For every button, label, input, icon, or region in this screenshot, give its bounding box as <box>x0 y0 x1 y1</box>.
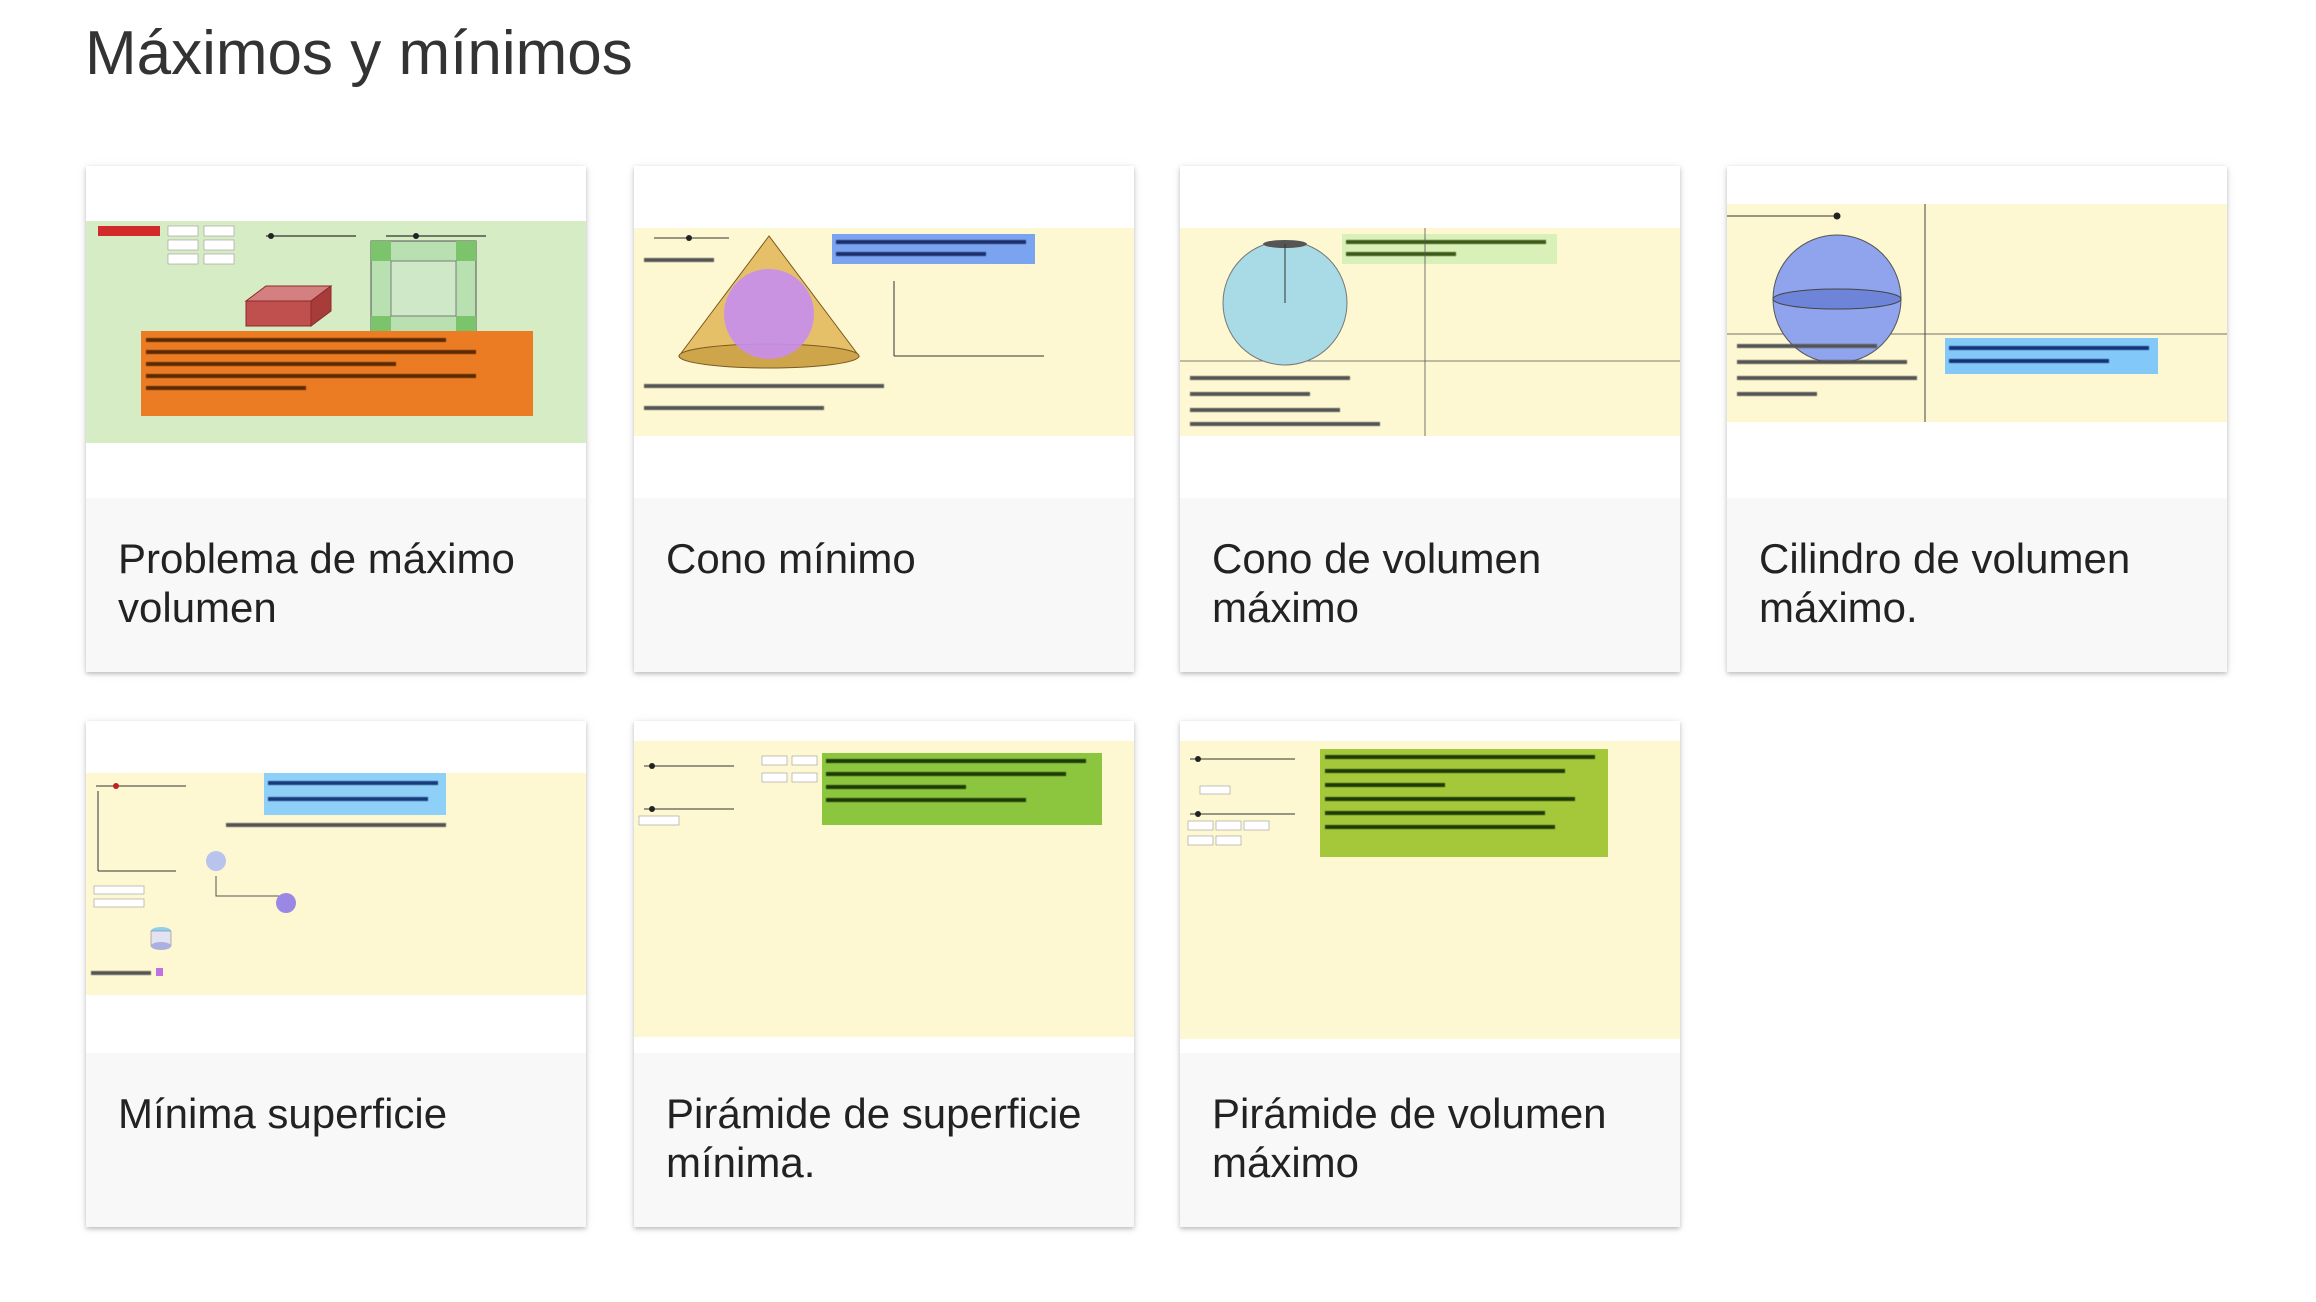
card-thumbnail <box>86 166 586 498</box>
card-thumbnail <box>634 166 1134 498</box>
applet-preview-box-problem <box>86 221 586 443</box>
card-cono-minimo[interactable]: Cono mínimo <box>634 166 1134 672</box>
applet-preview-sphere-cylinder <box>1727 204 2227 422</box>
applet-preview-sphere-cone <box>1180 228 1680 436</box>
applet-preview-pyramid-surface <box>634 741 1134 1037</box>
card-title[interactable]: Problema de máximo volumen <box>118 534 558 632</box>
card-footer: Mínima superficie <box>86 1053 586 1227</box>
applet-preview-cylinder-surface <box>86 773 586 995</box>
card-thumbnail <box>1727 166 2227 498</box>
card-footer: Problema de máximo volumen <box>86 498 586 672</box>
card-thumbnail <box>86 721 586 1053</box>
card-thumbnail <box>1180 721 1680 1053</box>
card-title[interactable]: Cilindro de volumen máximo. <box>1759 534 2199 632</box>
card-title[interactable]: Pirámide de volumen máximo <box>1212 1089 1652 1187</box>
card-minima-superficie[interactable]: Mínima superficie <box>86 721 586 1227</box>
card-piramide-superficie-minima[interactable]: Pirámide de superficie mínima. <box>634 721 1134 1227</box>
applet-preview-pyramid-volume <box>1180 741 1680 1039</box>
card-footer: Cono de volumen máximo <box>1180 498 1680 672</box>
card-title[interactable]: Pirámide de superficie mínima. <box>666 1089 1106 1187</box>
card-footer: Cilindro de volumen máximo. <box>1727 498 2227 672</box>
card-thumbnail <box>1180 166 1680 498</box>
card-problema-maximo-volumen[interactable]: Problema de máximo volumen <box>86 166 586 672</box>
card-title[interactable]: Cono de volumen máximo <box>1212 534 1652 632</box>
card-cilindro-volumen-maximo[interactable]: Cilindro de volumen máximo. <box>1727 166 2227 672</box>
card-cono-volumen-maximo[interactable]: Cono de volumen máximo <box>1180 166 1680 672</box>
applet-preview-cone <box>634 228 1134 436</box>
card-thumbnail <box>634 721 1134 1053</box>
page-title: Máximos y mínimos <box>85 19 633 88</box>
card-footer: Pirámide de superficie mínima. <box>634 1053 1134 1227</box>
page: Máximos y mínimos Problema de máximo vol… <box>0 0 2316 1302</box>
card-title[interactable]: Cono mínimo <box>666 534 1106 583</box>
card-footer: Cono mínimo <box>634 498 1134 672</box>
card-footer: Pirámide de volumen máximo <box>1180 1053 1680 1227</box>
card-title[interactable]: Mínima superficie <box>118 1089 558 1138</box>
card-piramide-volumen-maximo[interactable]: Pirámide de volumen máximo <box>1180 721 1680 1227</box>
